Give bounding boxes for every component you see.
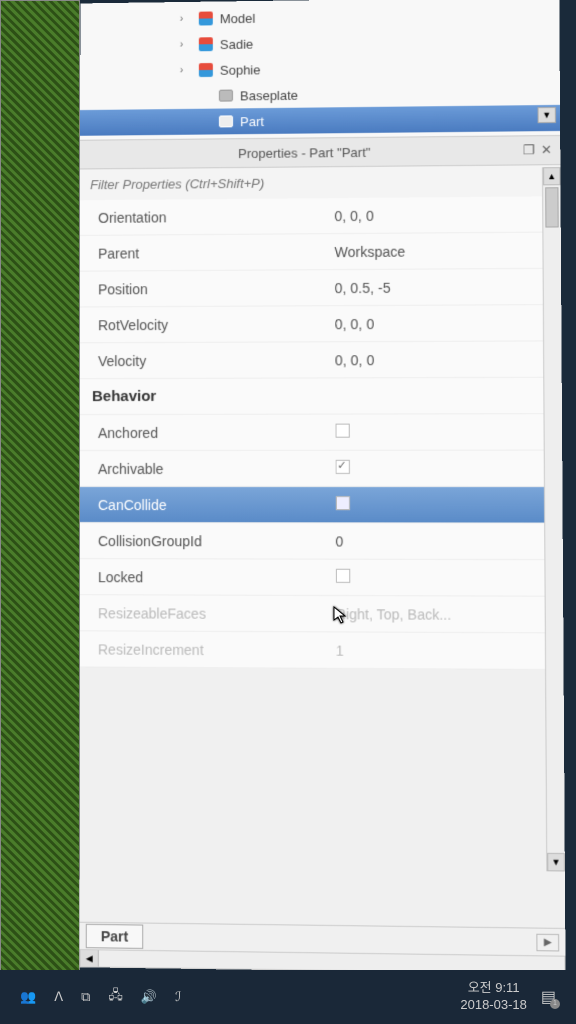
scroll-down-icon[interactable]: ▼	[547, 853, 565, 872]
prop-rotvelocity[interactable]: RotVelocity 0, 0, 0	[80, 305, 561, 343]
prop-orientation[interactable]: Orientation 0, 0, 0	[80, 196, 561, 236]
properties-header: Properties - Part "Part" ❐ ✕	[80, 135, 560, 169]
tab-part[interactable]: Part	[86, 924, 144, 949]
prop-collisiongroupid[interactable]: CollisionGroupId 0	[80, 523, 563, 560]
scroll-left-icon[interactable]: ◀	[81, 950, 99, 966]
notification-icon[interactable]: ▤1	[541, 987, 556, 1007]
tree-label: Sophie	[220, 62, 261, 77]
prop-position[interactable]: Position 0, 0.5, -5	[80, 269, 561, 308]
prop-archivable[interactable]: Archivable	[80, 451, 562, 487]
tree-item-part[interactable]: Part	[80, 105, 560, 136]
tree-label: Sadie	[220, 36, 253, 51]
taskbar[interactable]: 👥 ᐱ ⧉ 🖧 🔊 ℐ 오전 9:11 2018-03-18 ▤1	[0, 970, 576, 1024]
explorer-panel: › Model › Sadie › Sophie Baseplate Part …	[80, 0, 560, 140]
viewport-3d[interactable]	[0, 0, 80, 1024]
model-icon	[198, 62, 214, 78]
prop-resizeincrement[interactable]: ResizeIncrement 1	[80, 631, 564, 670]
side-panels: › Model › Sadie › Sophie Baseplate Part …	[80, 0, 566, 974]
date-text: 2018-03-18	[460, 997, 527, 1014]
vertical-scrollbar[interactable]: ▲ ▼	[542, 167, 565, 871]
part-icon	[218, 113, 234, 129]
anchored-checkbox[interactable]	[335, 424, 349, 438]
expand-icon[interactable]: ›	[180, 65, 192, 76]
network-icon[interactable]: 🖧	[108, 986, 123, 1008]
undock-icon[interactable]: ❐	[523, 142, 535, 158]
properties-list: Orientation 0, 0, 0 Parent Workspace Pos…	[80, 196, 564, 670]
time-text: 오전 9:11	[460, 980, 527, 997]
prop-resizeablefaces[interactable]: ResizeableFaces Right, Top, Back...	[80, 595, 563, 633]
prop-locked[interactable]: Locked	[80, 559, 563, 597]
explorer-dropdown[interactable]: ▼	[538, 107, 556, 123]
expand-icon[interactable]: ›	[180, 13, 192, 24]
prop-cancollide[interactable]: CanCollide	[80, 487, 563, 524]
people-icon[interactable]: 👥	[20, 989, 36, 1005]
tree-label: Baseplate	[240, 87, 298, 103]
scroll-up-icon[interactable]: ▲	[543, 167, 560, 185]
close-icon[interactable]: ✕	[541, 142, 552, 158]
tree-label: Model	[220, 10, 256, 25]
cancollide-checkbox[interactable]	[335, 496, 349, 510]
prop-anchored[interactable]: Anchored	[80, 414, 562, 451]
clock[interactable]: 오전 9:11 2018-03-18	[460, 980, 527, 1014]
locked-checkbox[interactable]	[336, 569, 350, 583]
properties-title: Properties - Part "Part"	[88, 143, 523, 162]
archivable-checkbox[interactable]	[335, 460, 349, 474]
dropbox-icon[interactable]: ⧉	[81, 989, 90, 1005]
prop-parent[interactable]: Parent Workspace	[80, 232, 561, 271]
expand-icon[interactable]: ›	[180, 39, 192, 50]
prop-category-behavior[interactable]: Behavior	[80, 378, 562, 415]
bottom-tabs: Part ▶ ◀	[80, 922, 566, 974]
tray-expand-icon[interactable]: ᐱ	[54, 989, 63, 1005]
prop-velocity[interactable]: Velocity 0, 0, 0	[80, 341, 562, 379]
ime-icon[interactable]: ℐ	[175, 989, 181, 1005]
model-icon	[198, 36, 214, 52]
model-icon	[198, 10, 214, 26]
filter-input[interactable]	[80, 165, 560, 200]
scroll-thumb[interactable]	[545, 187, 559, 227]
part-icon	[218, 88, 234, 104]
tree-label: Part	[240, 114, 264, 129]
tab-scroll-right-icon[interactable]: ▶	[537, 933, 560, 951]
volume-icon[interactable]: 🔊	[141, 989, 157, 1005]
